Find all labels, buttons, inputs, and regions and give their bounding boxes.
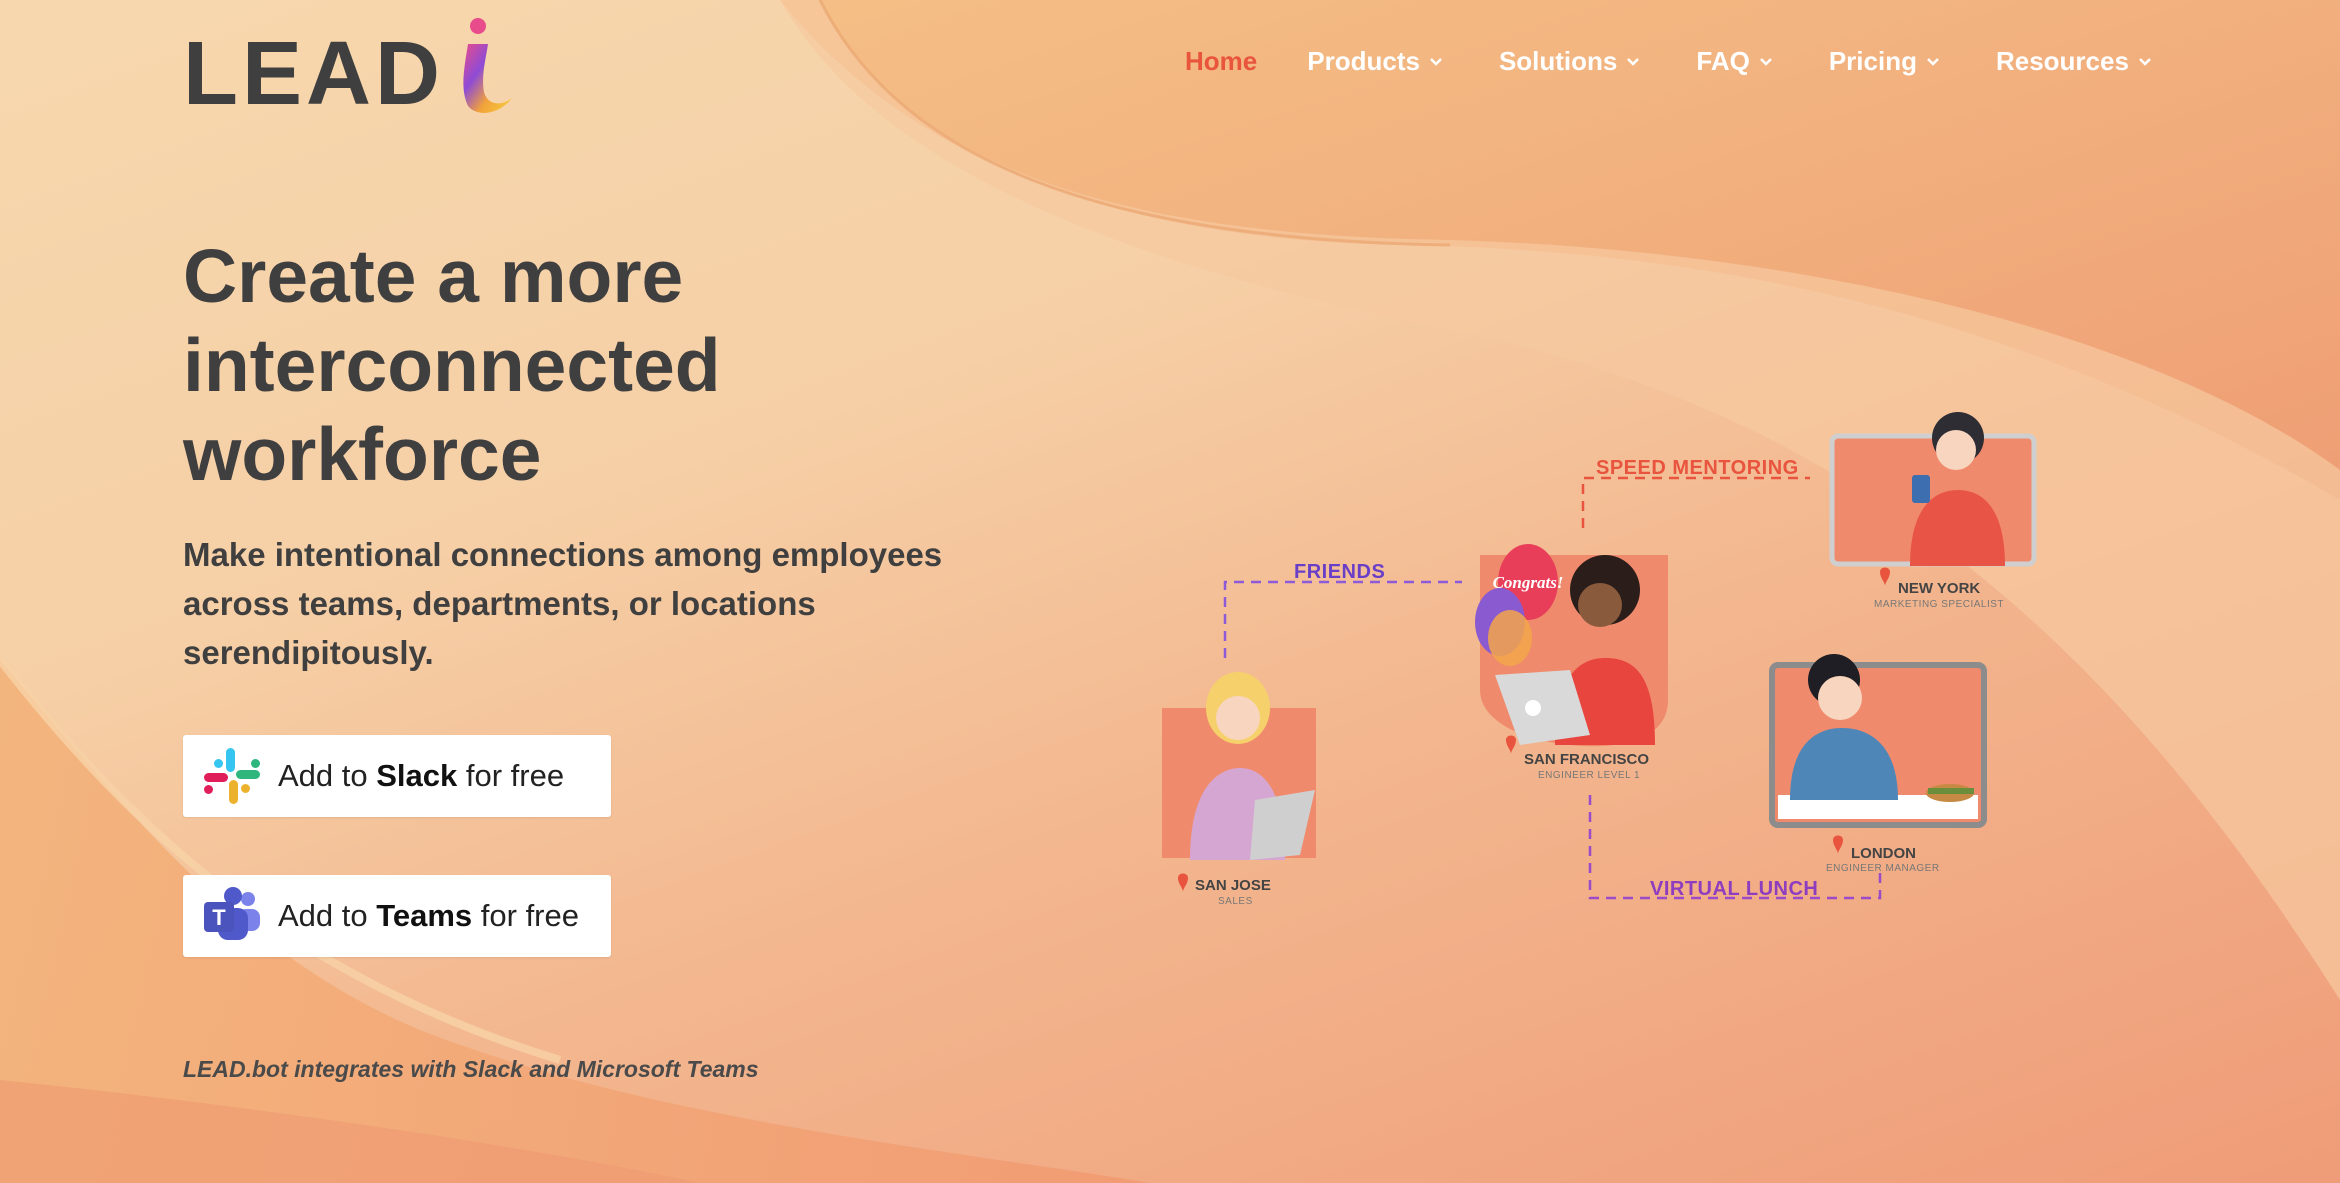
person-san-francisco: Congrats! SAN FRANCISCO ENGINEER LEVEL 1: [1475, 544, 1668, 781]
hero-title-line: interconnected: [183, 323, 721, 407]
nav-pricing[interactable]: Pricing: [1829, 46, 1940, 77]
speed-mentoring-label: SPEED MENTORING: [1596, 457, 1799, 479]
chevron-down-icon: [1430, 57, 1442, 66]
nav-home-label: Home: [1185, 46, 1258, 76]
nav-resources[interactable]: Resources: [1996, 46, 2152, 77]
person-london: LONDON ENGINEER MANAGER: [1769, 654, 1987, 874]
london-location: LONDON: [1851, 845, 1916, 862]
chevron-down-icon: [1627, 57, 1640, 66]
nav-solutions-label: Solutions: [1498, 46, 1618, 76]
nav-resources-label: Resources: [1995, 46, 2129, 76]
person-new-york: NEW YORK MARKETING SPECIALIST: [1829, 412, 2037, 610]
nav-faq-label: FAQ: [1696, 46, 1750, 76]
slack-icon: [204, 748, 260, 804]
hero-subtitle-line: across teams, departments, or locations: [183, 585, 816, 622]
add-to-teams-label: Add to Teams for free: [278, 898, 579, 933]
chevron-down-icon: [1927, 57, 1939, 66]
san-jose-location: SAN JOSE: [1195, 877, 1271, 894]
add-to-teams-button[interactable]: T Add to Teams for free: [183, 875, 611, 957]
connections-illustration: FRIENDS SPEED MENTORING VIRTUAL LUNCH SA…: [1162, 412, 2037, 907]
new-york-role: MARKETING SPECIALIST: [1874, 599, 2004, 610]
nav-products-label: Products: [1307, 46, 1420, 76]
san-francisco-location: SAN FRANCISCO: [1524, 751, 1649, 768]
virtual-lunch-label: VIRTUAL LUNCH: [1650, 878, 1818, 900]
hero-title-line: workforce: [183, 412, 542, 496]
main-nav: Home Products Solutions FAQ Pricing Reso…: [1170, 46, 2170, 77]
san-francisco-role: ENGINEER LEVEL 1: [1538, 770, 1640, 781]
logo-swirl-icon: [463, 18, 512, 113]
nav-pricing-label: Pricing: [1828, 46, 1917, 76]
person-san-jose: SAN JOSE SALES: [1162, 672, 1316, 907]
friends-label: FRIENDS: [1294, 561, 1385, 583]
add-to-slack-label: Add to Slack for free: [278, 758, 565, 793]
integrations-note: LEAD.bot integrates with Slack and Micro…: [183, 1056, 759, 1082]
speed-mentoring-line: [1581, 476, 1810, 528]
hero-subtitle-line: Make intentional connections among emplo…: [183, 536, 943, 573]
hero-title: Create a more interconnected workforce: [183, 232, 943, 499]
friends-line: [1223, 580, 1462, 658]
logo-text: LEAD: [183, 24, 444, 124]
hero-subtitle: Make intentional connections among emplo…: [183, 530, 963, 677]
nav-home[interactable]: Home: [1185, 46, 1257, 77]
chevron-down-icon: [1759, 57, 1772, 66]
nav-solutions[interactable]: Solutions: [1499, 46, 1640, 77]
nav-products[interactable]: Products: [1307, 46, 1443, 77]
london-role: ENGINEER MANAGER: [1826, 863, 1940, 874]
svg-text:T: T: [212, 905, 226, 930]
nav-faq[interactable]: FAQ: [1696, 46, 1772, 77]
san-jose-role: SALES: [1218, 896, 1253, 907]
chevron-down-icon: [2139, 57, 2151, 66]
teams-icon: T: [204, 887, 260, 940]
new-york-location: NEW YORK: [1898, 580, 1980, 597]
lead-logo[interactable]: LEAD: [183, 14, 518, 119]
hero-title-line: Create a more: [183, 234, 684, 318]
add-to-slack-button[interactable]: Add to Slack for free: [183, 735, 611, 817]
hero-subtitle-line: serendipitously.: [183, 634, 434, 671]
